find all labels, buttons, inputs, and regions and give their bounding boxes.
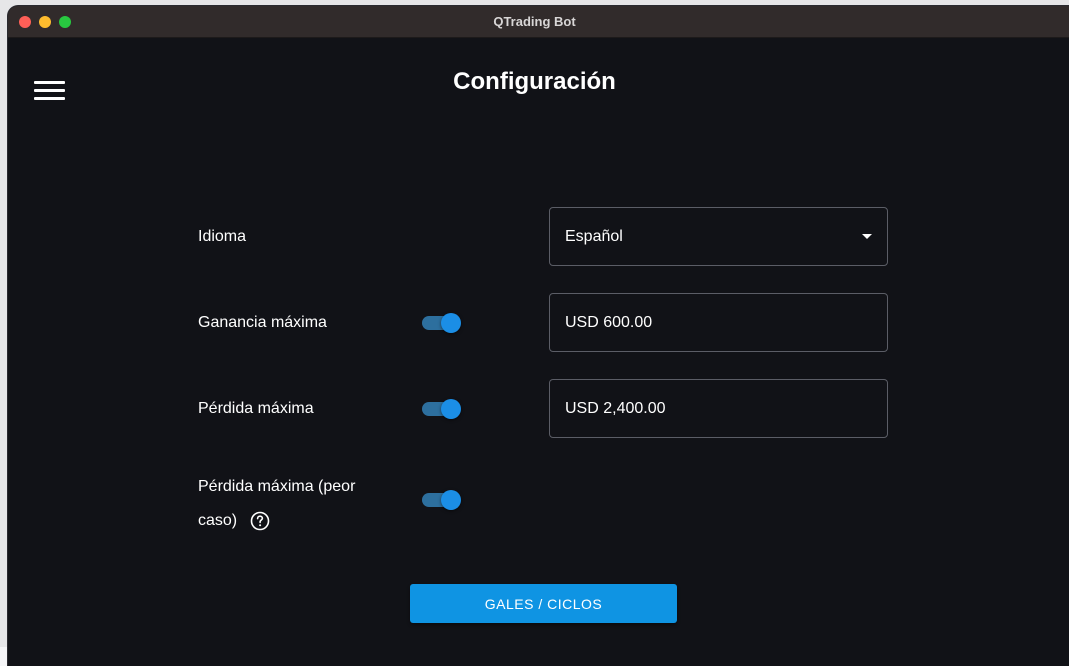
max-profit-toggle[interactable] bbox=[421, 311, 463, 335]
max-loss-worst-label-line2-row: caso) bbox=[198, 504, 355, 538]
max-loss-label: Pérdida máxima bbox=[198, 400, 314, 417]
page-title: Configuración bbox=[453, 68, 616, 95]
language-selected-value: Español bbox=[565, 228, 623, 245]
chevron-down-icon bbox=[862, 234, 872, 239]
window-title: QTrading Bot bbox=[493, 14, 576, 29]
max-loss-worst-label-line1: Pérdida máxima (peor bbox=[198, 478, 356, 495]
toggle-knob bbox=[441, 313, 461, 333]
gales-ciclos-button[interactable]: GALES / CICLOS bbox=[410, 584, 677, 623]
max-loss-input[interactable] bbox=[549, 379, 888, 438]
toggle-knob bbox=[441, 399, 461, 419]
max-profit-input[interactable] bbox=[549, 293, 888, 352]
language-select[interactable]: Español bbox=[549, 207, 888, 266]
window-titlebar: QTrading Bot bbox=[8, 6, 1069, 38]
max-loss-worst-label: Pérdida máxima (peor caso) bbox=[198, 470, 355, 538]
max-loss-toggle[interactable] bbox=[421, 397, 463, 421]
help-circle-icon[interactable] bbox=[250, 511, 270, 531]
max-profit-label: Ganancia máxima bbox=[198, 314, 327, 331]
app-window: QTrading Bot Configuración Idioma Españo… bbox=[8, 6, 1069, 666]
max-loss-worst-toggle[interactable] bbox=[421, 488, 463, 512]
max-loss-worst-label-line2: caso) bbox=[198, 512, 238, 529]
language-label: Idioma bbox=[198, 228, 247, 245]
toggle-knob bbox=[441, 490, 461, 510]
